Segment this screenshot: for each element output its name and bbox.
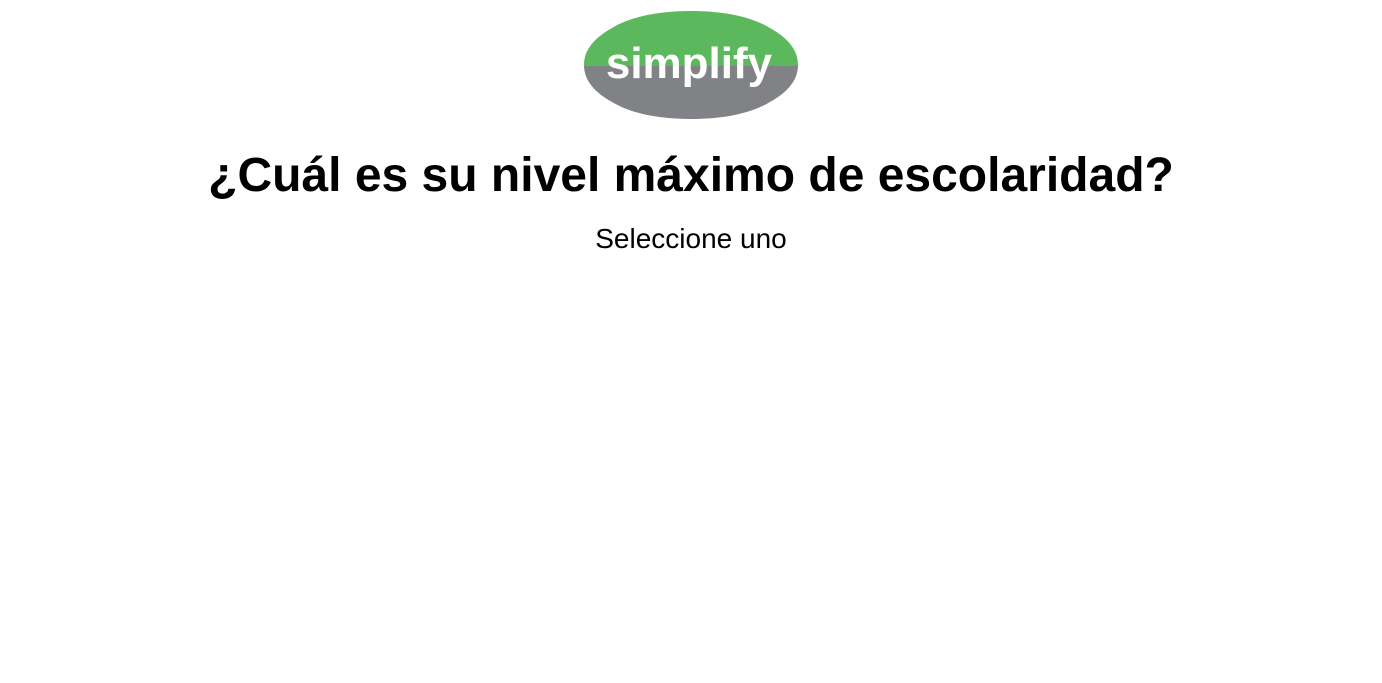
simplify-logo-graphic: simplify [584,11,798,119]
logo-wordmark: simplify [606,39,773,88]
question-instruction: Seleccione uno [595,223,787,254]
survey-page: simplify ¿Cuál es su nivel máximo de esc… [0,0,1382,683]
simplify-logo: simplify [582,10,800,120]
question-title: ¿Cuál es su nivel máximo de escolaridad? [208,149,1174,202]
